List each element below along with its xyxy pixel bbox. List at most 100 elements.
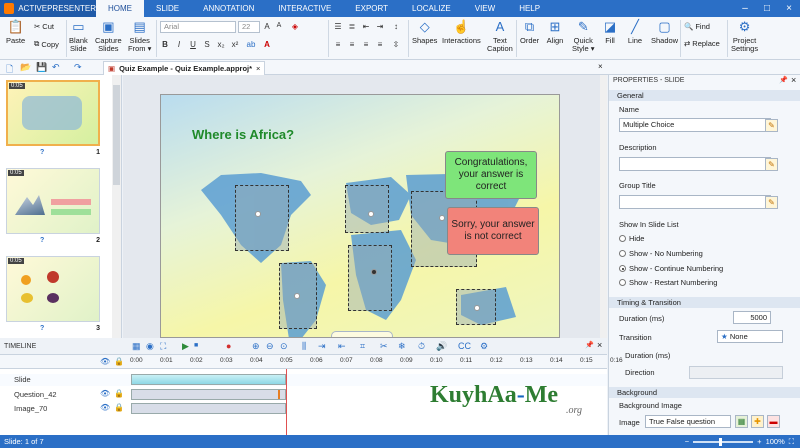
tab-slide[interactable]: SLIDE — [144, 0, 191, 17]
cut-range-icon[interactable]: ✂ — [380, 341, 388, 352]
find-button[interactable]: 🔍 Find — [684, 22, 710, 31]
cut-button[interactable]: ✂ Cut — [34, 22, 54, 31]
choice-dot[interactable] — [439, 215, 445, 221]
duration-spinbox[interactable]: 5000 — [733, 311, 771, 324]
choice-dot[interactable] — [368, 211, 374, 217]
zoom-in-button[interactable]: + — [757, 437, 761, 446]
pin-timeline-icon[interactable]: 📌 — [585, 341, 594, 349]
align-left-icon[interactable]: ≡ — [333, 40, 343, 49]
hotspot-africa[interactable] — [348, 245, 392, 311]
tab-home[interactable]: HOME — [96, 0, 144, 17]
timeline-row-label[interactable]: Question_42 — [0, 389, 130, 401]
zoom-slider[interactable] — [693, 437, 754, 446]
minimize-icon[interactable]: – — [734, 0, 756, 17]
lock-icon[interactable]: 🔒 — [114, 403, 124, 412]
radio-show-no-numbering[interactable]: Show - No Numbering — [619, 249, 703, 258]
audio-volume-icon[interactable]: 🔊 — [436, 341, 447, 352]
settings-small-icon[interactable]: ⚙ — [480, 341, 488, 352]
underline-icon[interactable]: U — [188, 40, 198, 49]
change-image-icon[interactable]: ▦ — [735, 415, 748, 428]
open-folder-icon[interactable]: 📂 — [20, 62, 31, 73]
choice-dot[interactable] — [474, 305, 480, 311]
quick-style-button[interactable]: ✎ Quick Style ▾ — [572, 19, 595, 53]
font-name-select[interactable]: Arial — [160, 21, 236, 33]
question-timeline-bar[interactable] — [131, 389, 286, 400]
split-icon[interactable]: ⫼ — [302, 341, 306, 352]
tab-export[interactable]: EXPORT — [343, 0, 400, 17]
radio-show-restart-numbering[interactable]: Show - Restart Numbering — [619, 278, 717, 287]
record-button-icon[interactable]: ● — [226, 341, 231, 351]
general-section-header[interactable]: General — [609, 90, 800, 101]
name-field[interactable]: Multiple Choice — [619, 118, 771, 132]
delete-time-icon[interactable]: ⇤ — [338, 341, 346, 352]
crop-icon[interactable]: ⌗ — [360, 341, 365, 352]
project-settings-button[interactable]: ⚙ Project Settings — [731, 19, 758, 53]
close-panel-icon[interactable]: × — [791, 75, 796, 85]
image-field[interactable]: True False question — [645, 415, 731, 428]
image-timeline-bar[interactable] — [131, 403, 286, 414]
superscript-icon[interactable]: x² — [230, 40, 240, 49]
subscript-icon[interactable]: x₂ — [216, 40, 226, 49]
vertical-align-icon[interactable]: ⇳ — [391, 40, 401, 49]
order-button[interactable]: ⧉ Order — [520, 19, 539, 45]
visibility-icon[interactable]: 👁 — [100, 389, 110, 398]
tab-view[interactable]: VIEW — [463, 0, 507, 17]
interactions-button[interactable]: ☝ Interactions — [442, 19, 481, 45]
play-icon[interactable]: ▶ — [182, 341, 189, 352]
slide-timeline-bar[interactable] — [131, 374, 286, 385]
save-icon[interactable]: 💾 — [36, 62, 47, 73]
remove-image-icon[interactable]: ▬ — [767, 415, 780, 428]
choice-dot-selected[interactable] — [371, 269, 377, 275]
hotspot-europe[interactable] — [345, 185, 389, 233]
hotspot-north-america[interactable] — [235, 185, 289, 251]
visibility-icon[interactable]: 👁 — [100, 403, 110, 412]
align-center-icon[interactable]: ≡ — [347, 40, 357, 49]
close-tab-icon[interactable]: × — [256, 64, 260, 73]
edit-icon[interactable]: ✎ — [765, 196, 778, 209]
radio-hide[interactable]: Hide — [619, 234, 644, 243]
numbering-icon[interactable]: ≣ — [347, 22, 357, 31]
maximize-icon[interactable]: □ — [756, 0, 778, 17]
font-size-select[interactable]: 22 — [238, 21, 260, 33]
choice-dot[interactable] — [294, 293, 300, 299]
tab-help[interactable]: HELP — [507, 0, 552, 17]
timeline-row-label[interactable]: Image_70 — [0, 403, 130, 415]
submit-button[interactable] — [331, 331, 393, 337]
slide-thumbnail[interactable]: 0:05 — [6, 256, 100, 322]
undo-icon[interactable]: ↶ — [52, 62, 60, 73]
line-spacing-icon[interactable]: ↕ — [391, 22, 401, 31]
timeline-ruler[interactable]: 👁 🔒 — [0, 355, 607, 369]
italic-icon[interactable]: I — [174, 40, 184, 49]
stop-icon[interactable]: ■ — [194, 342, 198, 349]
clear-format-icon[interactable]: ◈ — [290, 22, 300, 31]
canvas-close-icon[interactable]: × — [598, 62, 603, 71]
zoom-fit-icon[interactable]: ⊙ — [280, 341, 288, 352]
copy-button[interactable]: ⧉ Copy — [34, 39, 59, 49]
change-playback-icon[interactable]: ⏱ — [418, 341, 425, 352]
insert-time-icon[interactable]: ⇥ — [318, 341, 326, 352]
shadow-button[interactable]: ▢ Shadow — [651, 19, 678, 45]
pin-icon[interactable]: 📌 — [779, 76, 788, 84]
edit-icon[interactable]: ✎ — [765, 119, 778, 132]
tab-annotation[interactable]: ANNOTATION — [191, 0, 266, 17]
text-caption-button[interactable]: A Text Caption — [487, 19, 513, 53]
font-color-icon[interactable]: A — [262, 40, 272, 49]
freeze-frame-icon[interactable]: ❄ — [398, 341, 406, 352]
justify-icon[interactable]: ≡ — [375, 40, 385, 49]
increase-indent-icon[interactable]: ⇥ — [375, 22, 385, 31]
slides-from-button[interactable]: ▤ Slides From ▾ — [128, 19, 151, 53]
align-right-icon[interactable]: ≡ — [361, 40, 371, 49]
add-image-icon[interactable]: ✚ — [751, 415, 764, 428]
bold-icon[interactable]: B — [160, 40, 170, 49]
slide-thumbnail[interactable]: 0:05 — [6, 80, 100, 146]
canvas-scrollbar[interactable] — [600, 75, 607, 338]
redo-icon[interactable]: ↷ — [74, 62, 82, 73]
transition-select[interactable]: ★ None — [717, 330, 783, 343]
slides-scrollbar[interactable] — [112, 75, 121, 338]
record-icon[interactable]: ▦ — [132, 341, 141, 352]
highlight-icon[interactable]: ab — [246, 40, 256, 49]
timing-section-header[interactable]: Timing & Transition — [609, 297, 800, 308]
strikethrough-icon[interactable]: S — [202, 40, 212, 49]
slide-thumbnail[interactable]: 0:05 — [6, 168, 100, 234]
timeline-row-label[interactable]: Slide — [0, 374, 130, 386]
